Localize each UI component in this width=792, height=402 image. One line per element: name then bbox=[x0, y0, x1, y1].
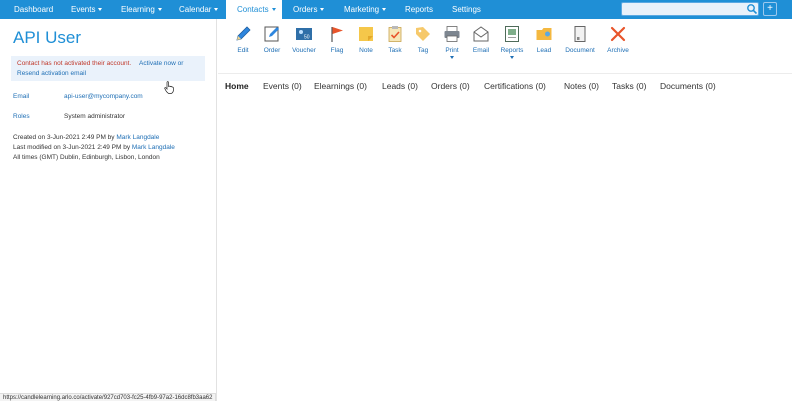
contact-name: API User bbox=[13, 28, 82, 47]
created-text: Created on 3-Jun-2021 2:49 PM by bbox=[13, 134, 115, 141]
task-icon bbox=[388, 26, 402, 42]
document-icon bbox=[574, 26, 586, 42]
contact-sidebar: API User Contact has not activated their… bbox=[0, 19, 217, 401]
nav-label: Calendar bbox=[179, 5, 212, 14]
activate-now-link[interactable]: Activate now bbox=[139, 60, 176, 67]
alert-or-text: or bbox=[177, 60, 184, 67]
nav-calendar[interactable]: Calendar bbox=[179, 0, 219, 19]
reports-label: Reports bbox=[500, 47, 524, 54]
tab-certifications[interactable]: Certifications (0) bbox=[484, 81, 546, 91]
toolbar-divider bbox=[218, 73, 792, 74]
roles-value: System administrator bbox=[64, 113, 126, 120]
tab-leads[interactable]: Leads (0) bbox=[382, 81, 418, 91]
order-label: Order bbox=[263, 47, 281, 54]
nav-label: Dashboard bbox=[14, 5, 54, 14]
nav-dashboard[interactable]: Dashboard bbox=[14, 0, 53, 19]
caret-down-icon bbox=[382, 8, 387, 11]
close-x-icon bbox=[610, 26, 626, 42]
email-label: Email bbox=[13, 93, 30, 100]
nav-events[interactable]: Events bbox=[71, 0, 103, 19]
report-icon bbox=[505, 26, 519, 42]
modified-text: Last modified on 3-Jun-2021 2:49 PM by bbox=[13, 144, 131, 151]
modified-by-link[interactable]: Mark Langdale bbox=[132, 144, 175, 151]
tab-home[interactable]: Home bbox=[225, 81, 249, 91]
pencil-icon bbox=[236, 26, 251, 41]
nav-contacts[interactable]: Contacts bbox=[226, 0, 282, 19]
note-icon bbox=[359, 27, 373, 41]
caret-down-icon bbox=[157, 8, 162, 11]
tab-events[interactable]: Events (0) bbox=[263, 81, 302, 91]
archive-button[interactable]: Archive bbox=[600, 25, 636, 54]
tab-tasks[interactable]: Tasks (0) bbox=[612, 81, 646, 91]
envelope-icon bbox=[473, 26, 489, 42]
reports-button[interactable]: Reports bbox=[494, 25, 530, 59]
nav-label: Settings bbox=[452, 5, 481, 14]
hand-cursor-icon bbox=[164, 81, 174, 94]
svg-text:50: 50 bbox=[304, 35, 310, 41]
modified-info: Last modified on 3-Jun-2021 2:49 PM by M… bbox=[13, 144, 175, 151]
nav-label: Events bbox=[71, 5, 96, 14]
nav-label: Reports bbox=[405, 5, 434, 14]
resend-activation-link[interactable]: Resend activation email bbox=[17, 70, 86, 77]
lead-label: Lead bbox=[536, 47, 552, 54]
nav-settings[interactable]: Settings bbox=[452, 0, 481, 19]
caret-down-icon bbox=[214, 8, 219, 11]
nav-label: Contacts bbox=[237, 5, 269, 14]
nav-marketing[interactable]: Marketing bbox=[344, 0, 387, 19]
order-button[interactable]: Order bbox=[254, 25, 290, 54]
flag-icon bbox=[331, 27, 343, 42]
activation-alert: Contact has not activated their account.… bbox=[11, 56, 205, 81]
nav-reports[interactable]: Reports bbox=[405, 0, 433, 19]
tab-notes[interactable]: Notes (0) bbox=[564, 81, 599, 91]
nav-elearning[interactable]: Elearning bbox=[121, 0, 162, 19]
nav-label: Marketing bbox=[344, 5, 380, 14]
caret-down-icon bbox=[271, 8, 276, 11]
lead-button[interactable]: Lead bbox=[526, 25, 562, 54]
search-input[interactable] bbox=[621, 2, 759, 16]
nav-orders[interactable]: Orders bbox=[293, 0, 325, 19]
caret-down-icon bbox=[98, 8, 103, 11]
search-icon[interactable] bbox=[746, 3, 758, 15]
timezone-note: All times (GMT) Dublin, Edinburgh, Lisbo… bbox=[13, 154, 160, 161]
top-nav: Dashboard Events Elearning Calendar Cont… bbox=[0, 0, 792, 19]
caret-down-icon bbox=[510, 56, 514, 59]
created-by-link[interactable]: Mark Langdale bbox=[116, 134, 159, 141]
document-label: Document bbox=[565, 47, 595, 54]
caret-down-icon bbox=[450, 56, 454, 59]
caret-down-icon bbox=[320, 8, 325, 11]
tab-elearnings[interactable]: Elearnings (0) bbox=[314, 81, 367, 91]
email-link[interactable]: api-user@mycompany.com bbox=[64, 93, 143, 100]
nav-label: Elearning bbox=[121, 5, 155, 14]
created-info: Created on 3-Jun-2021 2:49 PM by Mark La… bbox=[13, 134, 159, 141]
tab-documents[interactable]: Documents (0) bbox=[660, 81, 716, 91]
nav-label: Orders bbox=[293, 5, 318, 14]
voucher-label: Voucher bbox=[292, 47, 316, 54]
alert-message: Contact has not activated their account. bbox=[17, 60, 132, 67]
voucher-icon: 50 bbox=[296, 28, 312, 41]
voucher-button[interactable]: 50 Voucher bbox=[286, 25, 322, 54]
tag-icon bbox=[416, 27, 430, 41]
browser-status-url: https://candlelearning.arlo.co/activate/… bbox=[0, 393, 217, 401]
printer-icon bbox=[444, 26, 460, 42]
folder-icon bbox=[536, 28, 552, 40]
roles-label: Roles bbox=[13, 113, 30, 120]
archive-label: Archive bbox=[607, 47, 629, 54]
document-button[interactable]: Document bbox=[562, 25, 598, 54]
order-icon bbox=[264, 26, 279, 42]
tab-orders[interactable]: Orders (0) bbox=[431, 81, 470, 91]
add-button[interactable]: + bbox=[763, 2, 777, 16]
